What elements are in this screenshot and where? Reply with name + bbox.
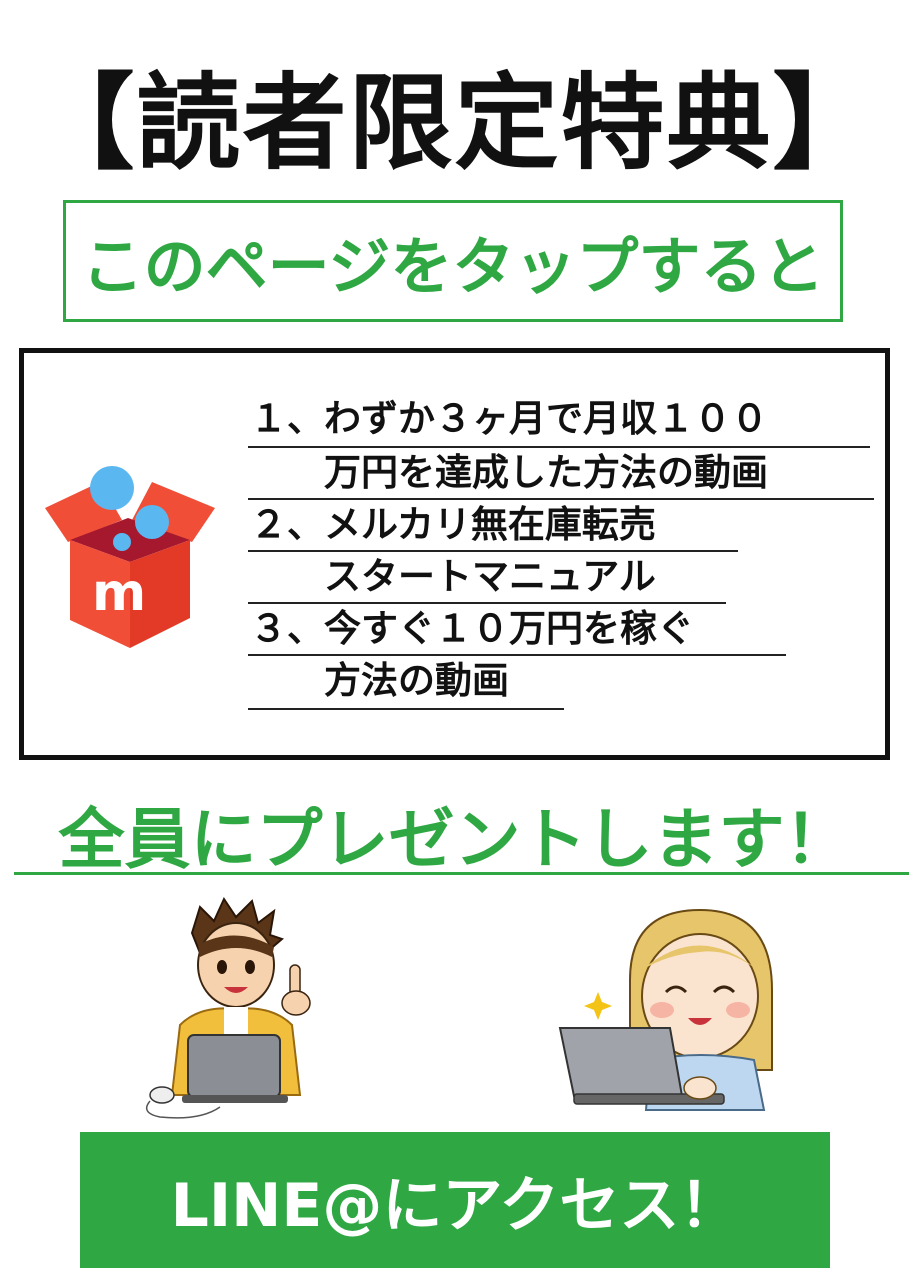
present-divider xyxy=(14,872,909,875)
subtitle-box[interactable]: このページをタップすると xyxy=(63,200,843,322)
present-heading: 全員にプレゼントします！ xyxy=(58,801,851,878)
benefit-2-line-1: ２、メルカリ無在庫転売 xyxy=(250,503,656,546)
benefit-3-line-2: 方法の動画 xyxy=(250,659,509,702)
line-access-button[interactable]: LINE@にアクセス！ xyxy=(80,1132,830,1268)
benefit-1-underline-1 xyxy=(248,446,870,448)
woman-with-laptop-illustration xyxy=(558,908,773,1111)
benefit-3-underline-2 xyxy=(248,708,564,710)
benefit-2-underline-2 xyxy=(248,602,726,604)
benefit-1-line-2: 万円を達成した方法の動画 xyxy=(250,451,768,494)
benefit-3-line-1: ３、今すぐ１０万円を稼ぐ xyxy=(250,607,694,650)
mercari-box-icon: m xyxy=(45,466,215,648)
subtitle-text: このページをタップすると xyxy=(81,230,825,303)
page-title: 【読者限定特典】 xyxy=(30,62,879,184)
benefit-2-line-2: スタートマニュアル xyxy=(250,555,656,598)
mercari-logo-letter: m xyxy=(92,563,146,623)
man-with-laptop-illustration xyxy=(145,896,311,1119)
benefit-3-underline-1 xyxy=(248,654,786,656)
benefit-1-line-1: １、わずか３ヶ月で月収１００ xyxy=(250,397,768,440)
benefit-2-underline-1 xyxy=(248,550,738,552)
benefit-1-underline-2 xyxy=(248,498,874,500)
line-access-button-label: LINE@にアクセス！ xyxy=(170,1170,740,1241)
